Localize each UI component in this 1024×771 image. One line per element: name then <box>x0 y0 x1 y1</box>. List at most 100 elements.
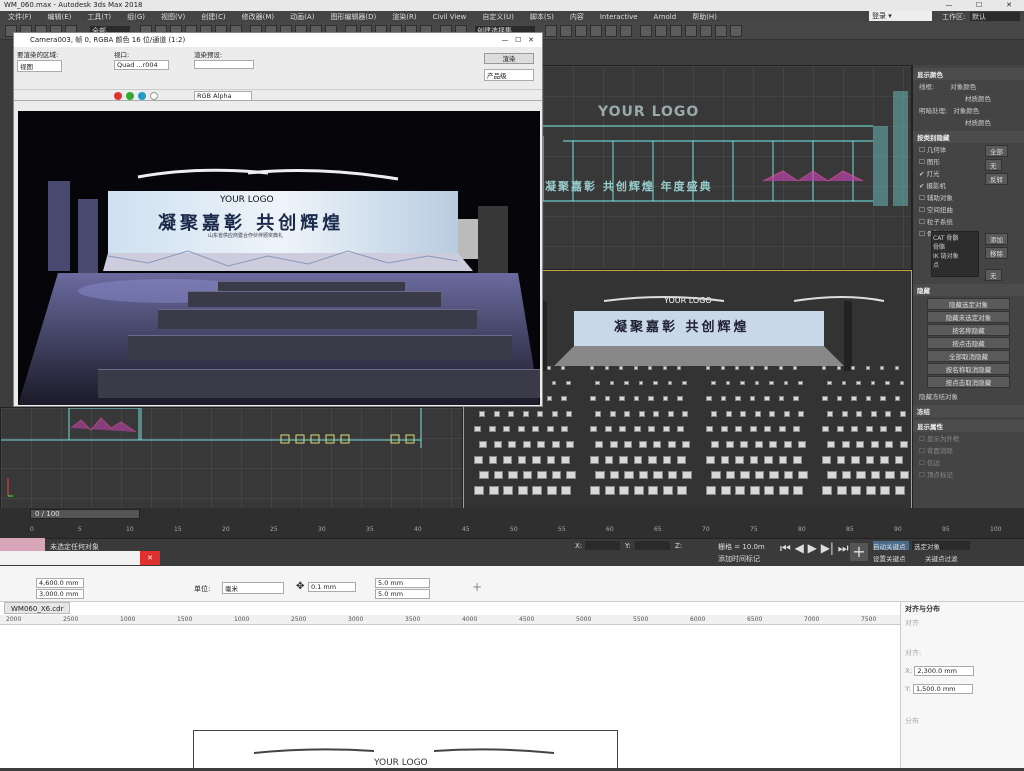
playback-controls-icon[interactable]: ⏮ ◀ ▶ ▶| ⏭ <box>780 541 849 556</box>
none2-button[interactable]: 无 <box>985 269 1002 281</box>
product-select[interactable]: 产品级 <box>484 69 534 81</box>
add-button[interactable]: 添加 <box>985 233 1008 245</box>
display-prop-2[interactable]: ☐ 仅边 <box>913 456 1024 468</box>
filter-list-item[interactable]: CAT 骨骼 <box>933 233 977 242</box>
toolbar-tool-icon[interactable] <box>685 25 697 37</box>
checkbox-icon[interactable]: ✔ <box>919 182 927 190</box>
filter-list-item[interactable]: IK 链对象 <box>933 251 977 260</box>
unit-select[interactable]: 毫米 <box>222 582 284 594</box>
menu-item[interactable]: 创建(C) <box>193 12 233 22</box>
x-field[interactable] <box>585 541 620 550</box>
menu-item[interactable]: Civil View <box>425 13 475 21</box>
time-slider[interactable]: 0 / 100 <box>30 509 140 519</box>
menu-item[interactable]: 修改器(M) <box>234 12 283 22</box>
menu-item[interactable]: 组(G) <box>119 12 153 22</box>
render-button[interactable]: 渲染 <box>484 53 534 64</box>
sec-display-color[interactable]: 显示颜色 <box>913 68 1024 80</box>
maximize-icon[interactable]: ☐ <box>964 0 994 11</box>
dock-x-field[interactable]: 2,300.0 mm <box>914 666 975 676</box>
toolbar-tool-icon[interactable] <box>560 25 572 37</box>
red-channel-icon[interactable] <box>114 92 122 100</box>
cdr-close-icon[interactable]: ✕ <box>140 551 160 565</box>
menu-item[interactable]: 视图(V) <box>153 12 193 22</box>
checkbox-icon[interactable]: ☐ <box>919 158 927 166</box>
checkbox-icon[interactable]: ☐ <box>919 146 927 154</box>
channel-select[interactable]: RGB Alpha <box>194 91 252 101</box>
none-button[interactable]: 无 <box>985 159 1002 171</box>
key-filter-button[interactable]: 关键点过滤器... <box>925 553 970 573</box>
toolbar-tool-icon[interactable] <box>590 25 602 37</box>
filter-list-item[interactable]: 点 <box>933 260 977 269</box>
toolbar-tool-icon[interactable] <box>640 25 652 37</box>
display-prop-0[interactable]: ☐ 显示为外框 <box>913 432 1024 444</box>
viewport-select[interactable]: Quad ...r004 <box>114 60 169 70</box>
dup-x-field[interactable]: 5.0 mm <box>375 578 430 588</box>
sec-hide[interactable]: 隐藏 <box>913 284 1024 296</box>
toolbar-tool-icon[interactable] <box>715 25 727 37</box>
menu-item[interactable]: 内容 <box>562 12 592 22</box>
checkbox-icon[interactable]: ☐ <box>919 218 927 226</box>
toolbar-tool-icon[interactable] <box>700 25 712 37</box>
add-icon[interactable]: + <box>472 580 482 594</box>
minimize-icon[interactable]: — <box>934 0 964 11</box>
remove-button[interactable]: 移除 <box>985 247 1008 259</box>
viewport-front[interactable]: YOUR LOGO 凝聚嘉彰 共创辉煌 年度盛典 <box>542 65 912 270</box>
hide-button-6[interactable]: 按点击取消隐藏 <box>927 376 1010 388</box>
hide-button-2[interactable]: 按名称隐藏 <box>927 324 1010 336</box>
menu-item[interactable]: 图形编辑器(D) <box>322 12 384 22</box>
filter-list-item[interactable]: 骨骼 <box>933 242 977 251</box>
sec-freeze[interactable]: 冻结 <box>913 405 1024 417</box>
toolbar-tool-icon[interactable] <box>605 25 617 37</box>
sec-display-properties[interactable]: 显示属性 <box>913 420 1024 432</box>
workspace-select[interactable]: 默认 <box>970 12 1020 21</box>
auto-key-button[interactable]: 自动关键点 <box>873 541 909 551</box>
toolbar-tool-icon[interactable] <box>575 25 587 37</box>
cdr-doc-tab[interactable]: WM060_X6.cdr <box>4 602 71 614</box>
timeline-ruler[interactable]: 0 5 10 15 20 25 30 35 40 45 50 55 60 65 70 75 80 85 90 95 10… <box>0 524 1024 536</box>
menu-item[interactable]: 脚本(S) <box>522 12 562 22</box>
hide-button-5[interactable]: 按名称取消隐藏 <box>927 363 1010 375</box>
blue-channel-icon[interactable] <box>138 92 146 100</box>
all-button[interactable]: 全部 <box>985 145 1008 157</box>
area-select[interactable]: 视图 <box>17 60 62 72</box>
y-field[interactable] <box>635 541 670 550</box>
hide-frozen-option[interactable]: 隐藏冻结对象 <box>913 390 1024 402</box>
menu-item[interactable]: 渲染(R) <box>384 12 424 22</box>
hide-button-0[interactable]: 隐藏选定对象 <box>927 298 1010 310</box>
shaded-mat-color[interactable]: 材质颜色 <box>913 116 1024 128</box>
toolbar-tool-icon[interactable] <box>670 25 682 37</box>
checkbox-icon[interactable]: ☐ <box>919 194 927 202</box>
hide-button-4[interactable]: 全部取消隐藏 <box>927 350 1010 362</box>
toolbar-tool-icon[interactable] <box>730 25 742 37</box>
filter-list[interactable]: CAT 骨骼 骨骼 IK 链对象点 <box>931 231 979 277</box>
category-5[interactable]: ☐ 空间扭曲 <box>913 203 1024 215</box>
alpha-channel-icon[interactable] <box>150 92 158 100</box>
toolbar-tool-icon[interactable] <box>655 25 667 37</box>
shaded-obj-color[interactable]: 对象颜色 <box>949 107 979 115</box>
wireframe-mat-color[interactable]: 材质颜色 <box>913 92 1024 104</box>
checkbox-icon[interactable]: ☐ <box>919 206 927 214</box>
green-channel-icon[interactable] <box>126 92 134 100</box>
width-field[interactable]: 4,600.0 mm <box>36 578 84 588</box>
menu-item[interactable]: 帮助(H) <box>684 12 725 22</box>
viewport-top[interactable] <box>0 407 463 510</box>
menu-item[interactable]: 自定义(U) <box>474 12 522 22</box>
login-button[interactable]: 登录 ▾ <box>869 11 932 21</box>
menu-item[interactable]: 动画(A) <box>282 12 322 22</box>
toolbar-tool-icon[interactable] <box>545 25 557 37</box>
menu-item[interactable]: 工具(T) <box>79 12 119 22</box>
selected-select[interactable]: 选定对象 <box>912 541 970 551</box>
invert-button[interactable]: 反转 <box>985 173 1008 185</box>
menu-item[interactable]: 文件(F) <box>0 12 40 22</box>
cdr-artboard[interactable]: YOUR LOGO <box>193 730 618 770</box>
toolbar-tool-icon[interactable] <box>620 25 632 37</box>
menu-item[interactable]: 编辑(E) <box>40 12 80 22</box>
display-prop-1[interactable]: ☐ 背面消隐 <box>913 444 1024 456</box>
add-time-tag[interactable]: 添加时间标记 <box>718 554 760 564</box>
menu-item[interactable]: Interactive <box>592 13 646 21</box>
checkbox-icon[interactable]: ✔ <box>919 170 927 178</box>
display-prop-3[interactable]: ☐ 顶点标记 <box>913 468 1024 480</box>
category-4[interactable]: ☐ 辅助对象 <box>913 191 1024 203</box>
dup-y-field[interactable]: 5.0 mm <box>375 589 430 599</box>
dock-y-field[interactable]: 1,500.0 mm <box>912 684 973 694</box>
